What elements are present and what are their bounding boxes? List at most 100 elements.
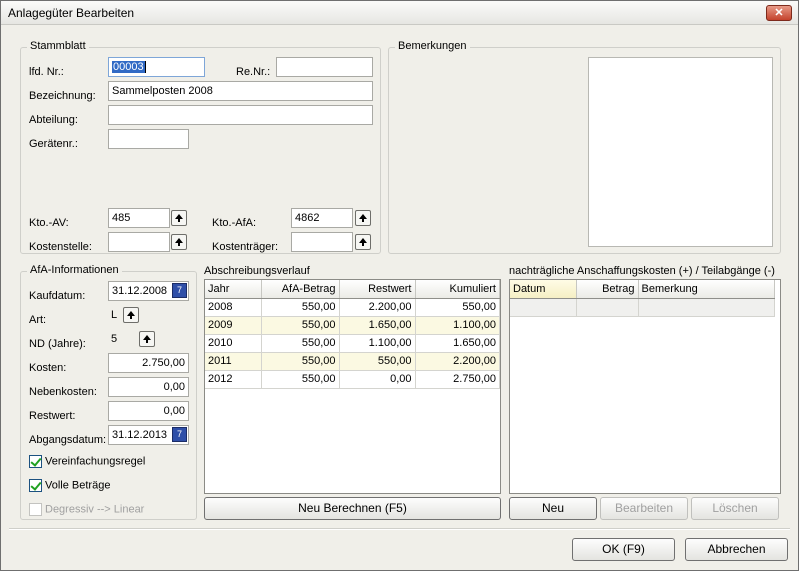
nd-label: ND (Jahre): xyxy=(29,338,86,350)
art-value: L xyxy=(111,309,118,321)
lfd-nr-field[interactable]: 00003 xyxy=(108,57,205,77)
lfd-nr-label: lfd. Nr.: xyxy=(29,66,64,78)
abgangsdatum-label: Abgangsdatum: xyxy=(29,434,107,446)
kaufdatum-calendar-icon[interactable]: 7 xyxy=(172,283,187,298)
bemerkungen-textarea[interactable] xyxy=(588,57,773,247)
cell-restwert: 1.100,00 xyxy=(339,334,416,353)
abbrechen-button[interactable]: Abbrechen xyxy=(685,538,788,561)
cell-betrag xyxy=(576,298,639,317)
cell-jahr: 2012 xyxy=(205,370,262,389)
re-nr-field[interactable] xyxy=(276,57,373,77)
volle-betraege-label: Volle Beträge xyxy=(45,479,111,492)
art-label: Art: xyxy=(29,314,47,326)
cell-restwert: 1.650,00 xyxy=(339,316,416,335)
title-bar[interactable]: Anlagegüter Bearbeiten ✕ xyxy=(1,1,798,25)
bearbeiten-button[interactable]: Bearbeiten xyxy=(600,497,688,520)
kto-afa-label: Kto.-AfA: xyxy=(212,217,257,229)
cell-afa-betrag: 550,00 xyxy=(261,298,340,317)
cell-kumuliert: 1.100,00 xyxy=(415,316,500,335)
kostenstelle-label: Kostenstelle: xyxy=(29,241,92,253)
vereinfachungsregel-checkbox[interactable]: Vereinfachungsregel xyxy=(29,455,145,469)
nebenkosten-field[interactable]: 0,00 xyxy=(108,377,189,397)
bezeichnung-label: Bezeichnung: xyxy=(29,90,96,102)
re-nr-label: Re.Nr.: xyxy=(236,66,271,78)
cell-jahr: 2009 xyxy=(205,316,262,335)
cell-restwert: 0,00 xyxy=(339,370,416,389)
kostentraeger-label: Kostenträger: xyxy=(212,241,279,253)
cell-datum xyxy=(510,298,577,317)
col-jahr[interactable]: Jahr xyxy=(205,280,262,299)
cell-afa-betrag: 550,00 xyxy=(261,316,340,335)
col-betrag[interactable]: Betrag xyxy=(576,280,639,299)
degressiv-linear-label: Degressiv --> Linear xyxy=(45,503,145,516)
nachtraeglich-grid[interactable]: Datum Betrag Bemerkung xyxy=(509,279,781,494)
stammblatt-legend: Stammblatt xyxy=(27,40,89,52)
table-row[interactable]: 2011 550,00 550,00 2.200,00 xyxy=(205,352,500,371)
close-button[interactable]: ✕ xyxy=(766,5,792,21)
degressiv-linear-check-icon xyxy=(29,503,42,516)
cell-kumuliert: 2.200,00 xyxy=(415,352,500,371)
dialog-window: Anlagegüter Bearbeiten ✕ Stammblatt lfd.… xyxy=(0,0,799,571)
kto-av-field[interactable]: 485 xyxy=(108,208,170,228)
col-afa-betrag[interactable]: AfA-Betrag xyxy=(261,280,340,299)
col-bemerkung[interactable]: Bemerkung xyxy=(638,280,775,299)
abteilung-label: Abteilung: xyxy=(29,114,78,126)
neu-button[interactable]: Neu xyxy=(509,497,597,520)
table-row[interactable]: 2012 550,00 0,00 2.750,00 xyxy=(205,370,500,389)
neu-berechnen-button[interactable]: Neu Berechnen (F5) xyxy=(204,497,501,520)
kto-av-label: Kto.-AV: xyxy=(29,217,69,229)
abteilung-field[interactable] xyxy=(108,105,373,125)
abgangsdatum-calendar-icon[interactable]: 7 xyxy=(172,427,187,442)
kostenstelle-field[interactable] xyxy=(108,232,170,252)
geraetenr-field[interactable] xyxy=(108,129,189,149)
kto-av-lookup-button[interactable] xyxy=(171,210,187,226)
kostenstelle-lookup-button[interactable] xyxy=(171,234,187,250)
kosten-field[interactable]: 2.750,00 xyxy=(108,353,189,373)
table-row[interactable]: 2009 550,00 1.650,00 1.100,00 xyxy=(205,316,500,335)
abschreibungsverlauf-label: Abschreibungsverlauf xyxy=(204,265,310,277)
cell-kumuliert: 2.750,00 xyxy=(415,370,500,389)
table-row[interactable]: 2008 550,00 2.200,00 550,00 xyxy=(205,298,500,317)
loeschen-button[interactable]: Löschen xyxy=(691,497,779,520)
ok-button[interactable]: OK (F9) xyxy=(572,538,675,561)
kosten-label: Kosten: xyxy=(29,362,67,374)
col-datum[interactable]: Datum xyxy=(510,280,577,299)
degressiv-linear-checkbox: Degressiv --> Linear xyxy=(29,503,144,517)
volle-betraege-checkbox[interactable]: Volle Beträge xyxy=(29,479,110,493)
kto-afa-lookup-button[interactable] xyxy=(355,210,371,226)
abschreibungsverlauf-grid[interactable]: Jahr AfA-Betrag Restwert Kumuliert 2008 … xyxy=(204,279,501,494)
cell-jahr: 2008 xyxy=(205,298,262,317)
nebenkosten-label: Nebenkosten: xyxy=(29,386,97,398)
cell-kumuliert: 550,00 xyxy=(415,298,500,317)
col-restwert[interactable]: Restwert xyxy=(339,280,416,299)
table-row[interactable]: 2010 550,00 1.100,00 1.650,00 xyxy=(205,334,500,353)
nd-value: 5 xyxy=(111,333,118,345)
cell-restwert: 2.200,00 xyxy=(339,298,416,317)
restwert-field[interactable]: 0,00 xyxy=(108,401,189,421)
kto-afa-field[interactable]: 4862 xyxy=(291,208,353,228)
geraetenr-label: Gerätenr.: xyxy=(29,138,78,150)
table-row[interactable] xyxy=(510,298,775,317)
vereinfachungsregel-label: Vereinfachungsregel xyxy=(45,455,146,468)
footer-divider xyxy=(9,528,790,530)
kostentraeger-lookup-button[interactable] xyxy=(355,234,371,250)
art-select-button[interactable] xyxy=(123,307,139,323)
cell-jahr: 2010 xyxy=(205,334,262,353)
vereinfachungsregel-check-icon xyxy=(29,455,42,468)
cell-afa-betrag: 550,00 xyxy=(261,370,340,389)
cell-restwert: 550,00 xyxy=(339,352,416,371)
lfd-nr-value: 00003 xyxy=(112,61,146,73)
kaufdatum-label: Kaufdatum: xyxy=(29,290,86,302)
cell-afa-betrag: 550,00 xyxy=(261,352,340,371)
col-kumuliert[interactable]: Kumuliert xyxy=(415,280,500,299)
bezeichnung-field[interactable]: Sammelposten 2008 xyxy=(108,81,373,101)
restwert-label: Restwert: xyxy=(29,410,76,422)
cell-bemerkung xyxy=(638,298,775,317)
cell-kumuliert: 1.650,00 xyxy=(415,334,500,353)
nd-select-button[interactable] xyxy=(139,331,155,347)
kostentraeger-field[interactable] xyxy=(291,232,353,252)
window-title: Anlagegüter Bearbeiten xyxy=(8,6,135,20)
afa-legend: AfA-Informationen xyxy=(27,264,122,276)
cell-jahr: 2011 xyxy=(205,352,262,371)
volle-betraege-check-icon xyxy=(29,479,42,492)
